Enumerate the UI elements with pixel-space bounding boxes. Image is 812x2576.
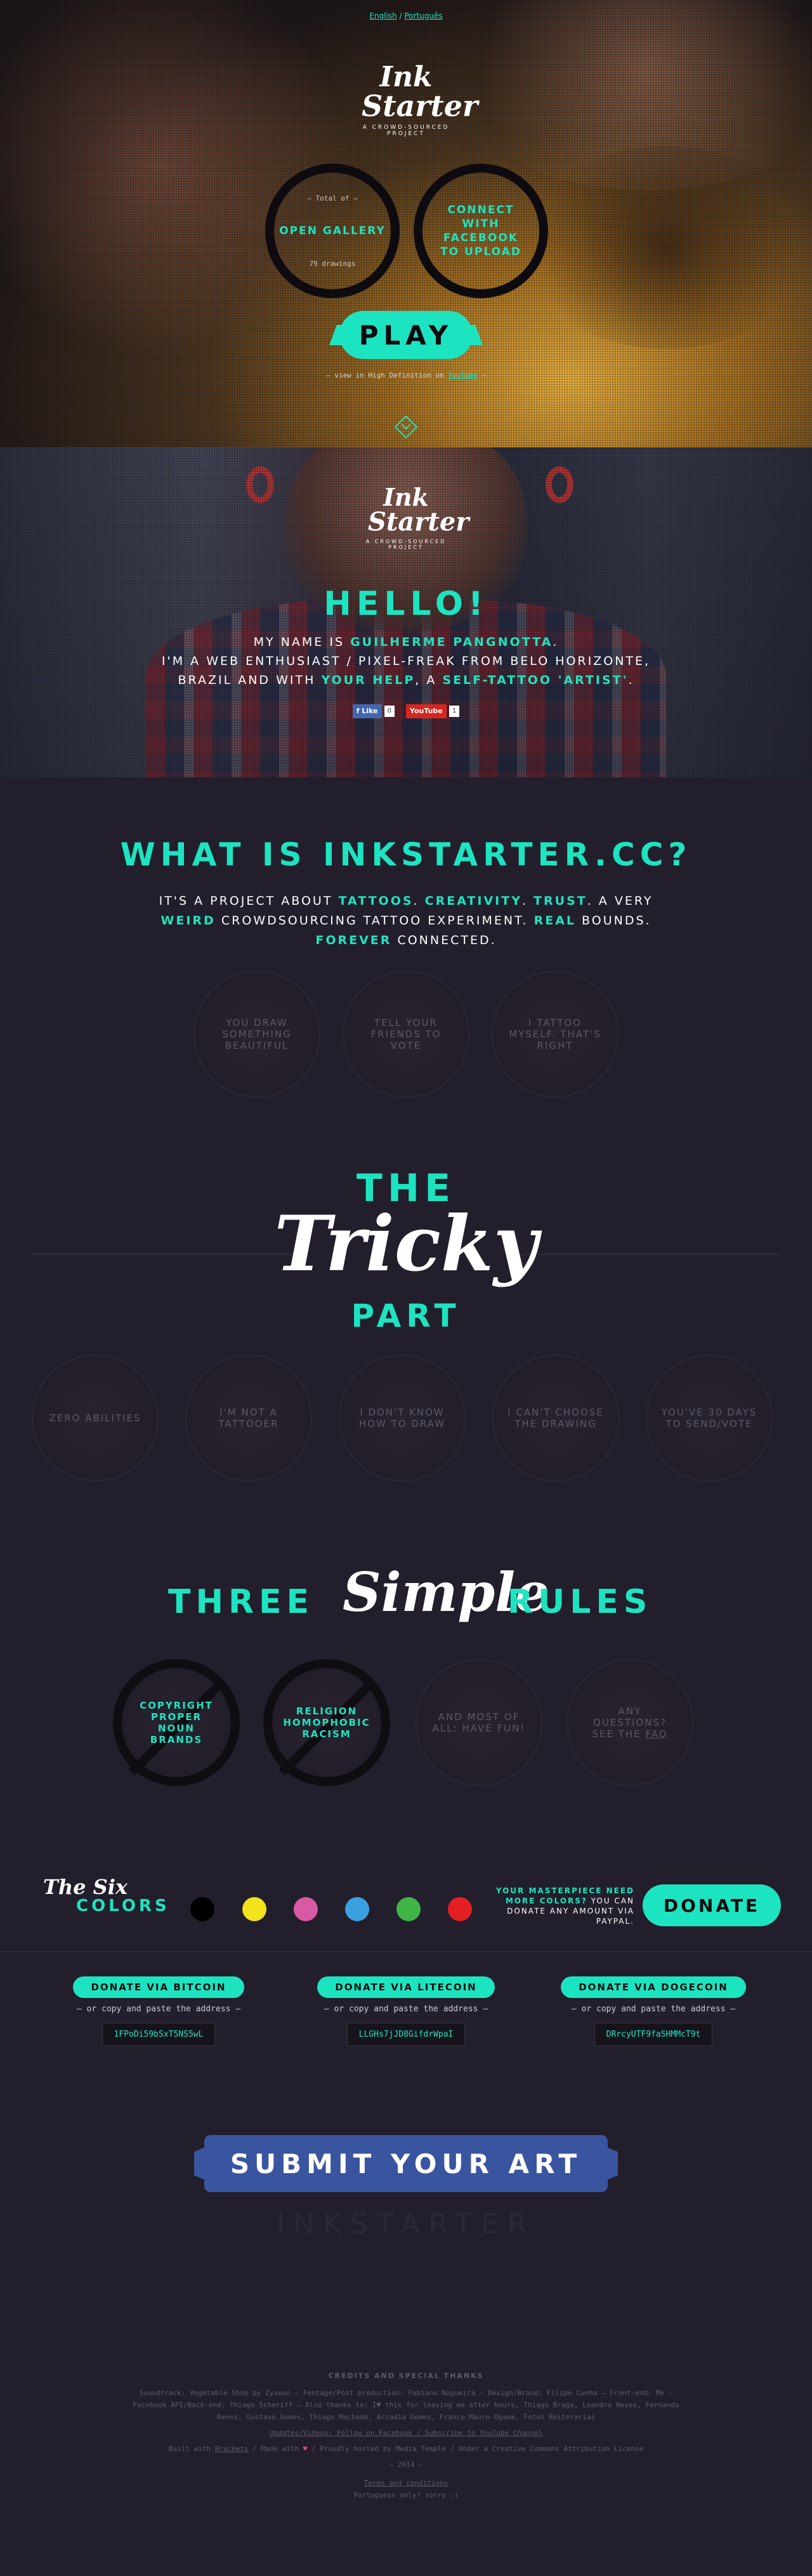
lang-portuguese-link[interactable]: Português xyxy=(404,11,442,20)
color-swatch-red xyxy=(448,1897,472,1921)
language-switcher: English / Português xyxy=(369,11,443,20)
what-is-title: WHAT IS INKSTARTER.CC? xyxy=(120,836,692,873)
six-colors-title: The Six COLORS xyxy=(43,1875,170,1916)
color-swatch-yellow xyxy=(242,1897,266,1921)
brackets-link[interactable]: Brackets xyxy=(215,2445,249,2453)
rules-heading: THREE Simple RULES xyxy=(168,1561,653,1624)
dogecoin-address-field[interactable]: DRrcyUTF9faSHMMcT9t xyxy=(594,2023,713,2046)
tricky-item: ZERO ABILITIES xyxy=(32,1355,159,1482)
donate-bitcoin-button[interactable]: DONATE VIA BITCOIN xyxy=(73,1976,244,1998)
author-name-link[interactable]: GUILHERME PANGNOTTA xyxy=(350,635,553,649)
tricky-item: I'M NOT A TATTOOER xyxy=(185,1355,312,1482)
litecoin-donate: DONATE VIA LITECOIN — or copy and paste … xyxy=(308,1976,504,2046)
donate-litecoin-button[interactable]: DONATE VIA LITECOIN xyxy=(317,1976,495,1998)
tricky-item: YOU'VE 30 DAYS TO SEND/VOTE xyxy=(646,1355,773,1482)
bitcoin-address-field[interactable]: 1FPoDi59bSxT5NS5wL xyxy=(102,2023,216,2046)
inkstarter-logo: Ink Starter A CROWD-SOURCED PROJECT xyxy=(362,61,478,138)
tricky-part: PART xyxy=(351,1298,461,1334)
hello-title: HELLO! xyxy=(324,585,488,623)
rule-no-copyright: COPYRIGHT PROPER NOUN BRANDS xyxy=(113,1659,240,1786)
color-swatch-blue xyxy=(345,1897,369,1921)
follow-links[interactable]: Updates/Videos: Follow on Facebook / Sub… xyxy=(0,2427,812,2439)
connect-facebook-button[interactable]: CONNECT WITH FACEBOOK TO UPLOAD xyxy=(414,164,548,298)
tricky-item: I DON'T KNOW HOW TO DRAW xyxy=(339,1355,466,1482)
step-draw: YOU DRAW SOMETHING BEAUTIFUL xyxy=(193,971,320,1098)
divider xyxy=(0,1951,812,1952)
play-button[interactable]: PLAY xyxy=(339,311,473,359)
social-buttons: f Like 0 YouTube 1 xyxy=(0,704,812,718)
rule-questions: ANY QUESTIONS? SEE THE FAQ xyxy=(566,1659,693,1786)
rule-have-fun: AND MOST OF ALL: HAVE FUN! xyxy=(416,1659,542,1786)
what-is-description: IT'S A PROJECT ABOUT TATTOOS. CREATIVITY… xyxy=(159,894,653,947)
color-swatch-green xyxy=(396,1897,421,1921)
donate-paypal-button[interactable]: DONATE xyxy=(643,1884,781,1926)
faq-link[interactable]: FAQ xyxy=(645,1728,667,1740)
youtube-hd-link[interactable]: YouTube xyxy=(448,371,477,379)
donate-note: YOUR MASTERPIECE NEED MORE COLORS? YOU C… xyxy=(495,1886,634,1926)
color-swatch-black xyxy=(190,1897,214,1921)
step-vote: TELL YOUR FRIENDS TO VOTE xyxy=(343,971,469,1098)
bitcoin-donate: DONATE VIA BITCOIN — or copy and paste t… xyxy=(60,1976,257,2046)
facebook-like-button[interactable]: f Like 0 xyxy=(352,704,395,718)
color-swatch-pink xyxy=(294,1897,318,1921)
step-tattoo: I TATTOO MYSELF. THAT'S RIGHT xyxy=(492,971,619,1098)
submit-art-button[interactable]: SUBMIT YOUR ART xyxy=(204,2135,608,2192)
open-gallery-button[interactable]: — Total of — OPEN GALLERY 79 drawings xyxy=(265,164,400,298)
credits: CREDITS AND SPECIAL THANKS Soundtrack: V… xyxy=(0,2370,812,2501)
inkstarter-logo-small: Ink Starter A CROWD-SOURCED PROJECT xyxy=(365,483,469,551)
dogecoin-donate: DONATE VIA DOGECOIN — or copy and paste … xyxy=(555,1976,752,2046)
rule-no-hate: RELIGION HOMOPHOBIC RACISM xyxy=(263,1659,390,1786)
footer-wordmark: INKSTARTER xyxy=(276,2208,536,2240)
donate-dogecoin-button[interactable]: DONATE VIA DOGECOIN xyxy=(561,1976,746,1998)
heart-icon: ♥ xyxy=(303,2445,308,2453)
tricky-item: I CAN'T CHOOSE THE DRAWING xyxy=(492,1355,619,1482)
hello-intro: MY NAME IS GUILHERME PANGNOTTA. I'M A WE… xyxy=(161,635,651,687)
hd-note: — view in High Definition on YouTube — xyxy=(326,371,486,379)
hero-section: English / Português Ink Starter A CROWD-… xyxy=(0,0,812,447)
hello-section: Ink Starter A CROWD-SOURCED PROJECT HELL… xyxy=(0,447,812,777)
tricky-word: Tricky xyxy=(274,1199,538,1289)
litecoin-address-field[interactable]: LLGHs7jJD8GifdrWpaI xyxy=(346,2023,466,2046)
youtube-subscribe-button[interactable]: YouTube 1 xyxy=(406,704,460,718)
lang-english-link[interactable]: English xyxy=(369,11,396,20)
terms-link[interactable]: Terms and conditions xyxy=(0,2477,812,2489)
